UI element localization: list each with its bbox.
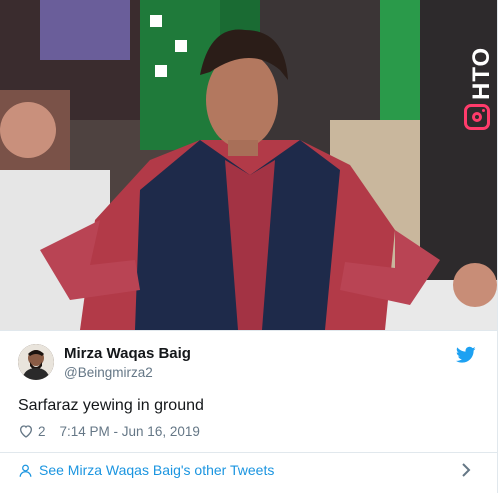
chevron-right-icon[interactable] xyxy=(461,463,471,477)
avatar-image xyxy=(18,344,54,380)
instagram-icon xyxy=(464,104,490,130)
person-icon xyxy=(19,464,32,477)
tweet-text: Sarfaraz yewing in ground xyxy=(18,397,204,414)
photo-scene xyxy=(0,0,497,330)
twitter-bird-icon[interactable] xyxy=(456,346,476,364)
avatar[interactable] xyxy=(18,344,54,380)
footer-divider xyxy=(0,452,497,453)
card-edge xyxy=(497,0,498,493)
tweet-timestamp[interactable]: 7:14 PM - Jun 16, 2019 xyxy=(60,424,200,439)
see-other-tweets-link[interactable]: See Mirza Waqas Baig's other Tweets xyxy=(18,461,274,479)
heart-icon[interactable] xyxy=(18,423,34,439)
media-divider xyxy=(0,330,497,331)
display-name[interactable]: Mirza Waqas Baig xyxy=(64,345,191,362)
media-watermark: HTO xyxy=(468,46,495,100)
embedded-tweet-card[interactable]: HTO Mirza Waqas Baig @Beingmirza2 Sarfar… xyxy=(0,0,497,493)
like-count[interactable]: 2 xyxy=(38,424,46,439)
tweet-photo[interactable]: HTO xyxy=(0,0,497,330)
see-other-tweets-label: See Mirza Waqas Baig's other Tweets xyxy=(39,462,275,478)
tweet-meta: 2 7:14 PM - Jun 16, 2019 xyxy=(18,422,200,440)
user-handle[interactable]: @Beingmirza2 xyxy=(64,365,153,380)
